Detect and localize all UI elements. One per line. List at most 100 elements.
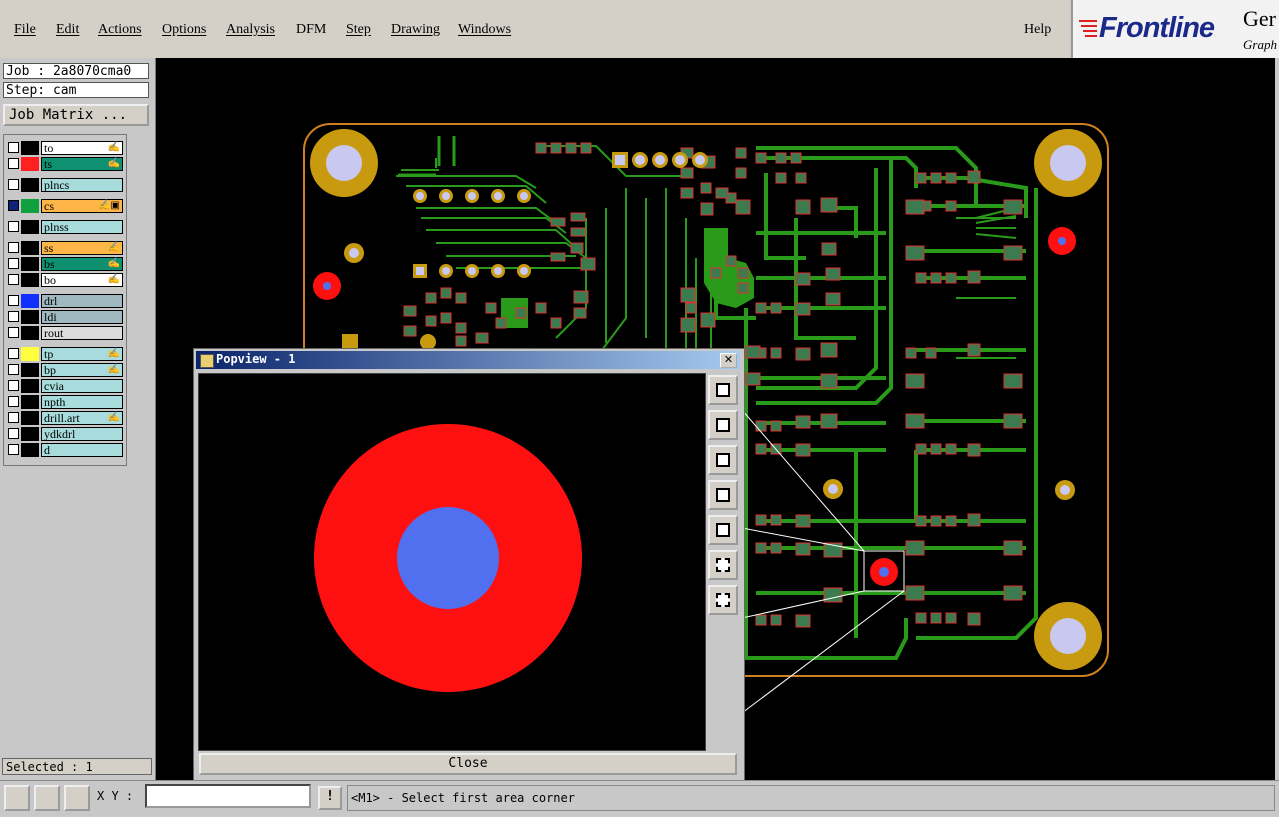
- fit-all-icon[interactable]: [708, 550, 738, 580]
- layer-row-plncs[interactable]: plncs: [6, 178, 124, 192]
- popview-close-button[interactable]: Close: [199, 753, 737, 775]
- menu-drawing[interactable]: Drawing: [391, 22, 440, 38]
- layer-color-swatch[interactable]: [21, 241, 39, 255]
- menu-edit[interactable]: Edit: [56, 22, 79, 38]
- layer-color-swatch[interactable]: [21, 363, 39, 377]
- execute-button[interactable]: !: [318, 786, 342, 810]
- layer-color-swatch[interactable]: [21, 411, 39, 425]
- layer-row-drill-art[interactable]: drill.art ✍: [6, 411, 124, 425]
- layer-row-ldi[interactable]: ldi: [6, 310, 124, 324]
- layer-name[interactable]: cs ✍▣: [41, 199, 123, 213]
- layer-row-ts[interactable]: ts ✍: [6, 157, 124, 171]
- layer-color-swatch[interactable]: [21, 379, 39, 393]
- layer-name[interactable]: plncs: [41, 178, 123, 192]
- layer-row-bs[interactable]: bs ✍: [6, 257, 124, 271]
- layer-row-bp[interactable]: bp ✍: [6, 363, 124, 377]
- layer-name[interactable]: ldi: [41, 310, 123, 324]
- layer-color-swatch[interactable]: [21, 310, 39, 324]
- layer-color-swatch[interactable]: [21, 294, 39, 308]
- layer-checkbox[interactable]: [8, 242, 19, 253]
- right-scrollbar[interactable]: [1275, 58, 1279, 780]
- layer-color-swatch[interactable]: [21, 273, 39, 287]
- angle-icon[interactable]: [34, 785, 60, 811]
- pan-left-icon[interactable]: [708, 480, 738, 510]
- layer-name[interactable]: to ✍: [41, 141, 123, 155]
- grid-icon[interactable]: [64, 785, 90, 811]
- layer-checkbox[interactable]: [8, 311, 19, 322]
- layer-color-swatch[interactable]: [21, 443, 39, 457]
- popview-canvas[interactable]: [198, 373, 706, 751]
- layer-checkbox[interactable]: [8, 380, 19, 391]
- xy-input[interactable]: [145, 784, 311, 808]
- menu-options[interactable]: Options: [162, 22, 206, 38]
- layer-checkbox[interactable]: [8, 348, 19, 359]
- layer-checkbox[interactable]: [8, 258, 19, 269]
- zoom-out-icon[interactable]: [708, 445, 738, 475]
- layer-color-swatch[interactable]: [21, 257, 39, 271]
- layer-name[interactable]: tp ✍: [41, 347, 123, 361]
- layer-name[interactable]: bp ✍: [41, 363, 123, 377]
- layer-checkbox[interactable]: [8, 274, 19, 285]
- layer-name[interactable]: plnss: [41, 220, 123, 234]
- layer-name[interactable]: ts ✍: [41, 157, 123, 171]
- layer-row-cvia[interactable]: cvia: [6, 379, 124, 393]
- layer-name[interactable]: d: [41, 443, 123, 457]
- menu-help[interactable]: Help: [1024, 22, 1051, 38]
- layer-row-bo[interactable]: bo ✍: [6, 273, 124, 287]
- layer-checkbox[interactable]: [8, 428, 19, 439]
- layer-color-swatch[interactable]: [21, 427, 39, 441]
- layer-name[interactable]: bo ✍: [41, 273, 123, 287]
- layer-color-swatch[interactable]: [21, 395, 39, 409]
- menu-analysis[interactable]: Analysis: [226, 22, 275, 38]
- layer-checkbox[interactable]: [8, 179, 19, 190]
- layer-checkbox[interactable]: [8, 295, 19, 306]
- layer-checkbox[interactable]: [8, 200, 19, 211]
- layer-color-swatch[interactable]: [21, 347, 39, 361]
- menu-dfm[interactable]: DFM: [296, 22, 326, 38]
- close-icon[interactable]: ✕: [720, 353, 737, 368]
- menu-windows[interactable]: Windows: [458, 22, 511, 38]
- layer-checkbox[interactable]: [8, 444, 19, 455]
- layer-color-swatch[interactable]: [21, 326, 39, 340]
- layer-name[interactable]: drl: [41, 294, 123, 308]
- layer-checkbox[interactable]: [8, 327, 19, 338]
- menu-actions[interactable]: Actions: [98, 22, 142, 38]
- layer-row-ydkdrl[interactable]: ydkdrl: [6, 427, 124, 441]
- layer-row-tp[interactable]: tp ✍: [6, 347, 124, 361]
- layer-name[interactable]: npth: [41, 395, 123, 409]
- measure-icon[interactable]: [4, 785, 30, 811]
- layer-row-npth[interactable]: npth: [6, 395, 124, 409]
- layer-color-swatch[interactable]: [21, 178, 39, 192]
- layer-row-rout[interactable]: rout: [6, 326, 124, 340]
- layer-checkbox[interactable]: [8, 142, 19, 153]
- popview-titlebar[interactable]: Popview - 1 ✕: [196, 351, 740, 369]
- layer-color-swatch[interactable]: [21, 157, 39, 171]
- layer-name[interactable]: ydkdrl: [41, 427, 123, 441]
- layer-checkbox[interactable]: [8, 396, 19, 407]
- layer-checkbox[interactable]: [8, 158, 19, 169]
- layer-row-plnss[interactable]: plnss: [6, 220, 124, 234]
- pan-right-icon[interactable]: [708, 515, 738, 545]
- layer-color-swatch[interactable]: [21, 141, 39, 155]
- menu-step[interactable]: Step: [346, 22, 371, 38]
- zoom-window-icon[interactable]: [708, 375, 738, 405]
- layer-name[interactable]: rout: [41, 326, 123, 340]
- layer-name[interactable]: cvia: [41, 379, 123, 393]
- layer-color-swatch[interactable]: [21, 199, 39, 213]
- layer-checkbox[interactable]: [8, 412, 19, 423]
- layer-name[interactable]: drill.art ✍: [41, 411, 123, 425]
- layer-row-d[interactable]: d: [6, 443, 124, 457]
- layer-row-drl[interactable]: drl: [6, 294, 124, 308]
- layer-color-swatch[interactable]: [21, 220, 39, 234]
- layer-row-cs[interactable]: cs ✍▣: [6, 199, 124, 213]
- layer-name[interactable]: bs ✍: [41, 257, 123, 271]
- zoom-in-icon[interactable]: [708, 410, 738, 440]
- layer-checkbox[interactable]: [8, 221, 19, 232]
- layer-name[interactable]: ss ✍: [41, 241, 123, 255]
- menu-file[interactable]: File: [14, 22, 36, 38]
- center-icon[interactable]: [708, 585, 738, 615]
- layer-row-to[interactable]: to ✍: [6, 141, 124, 155]
- layer-checkbox[interactable]: [8, 364, 19, 375]
- job-matrix-button[interactable]: Job Matrix ...: [3, 104, 149, 126]
- layer-row-ss[interactable]: ss ✍: [6, 241, 124, 255]
